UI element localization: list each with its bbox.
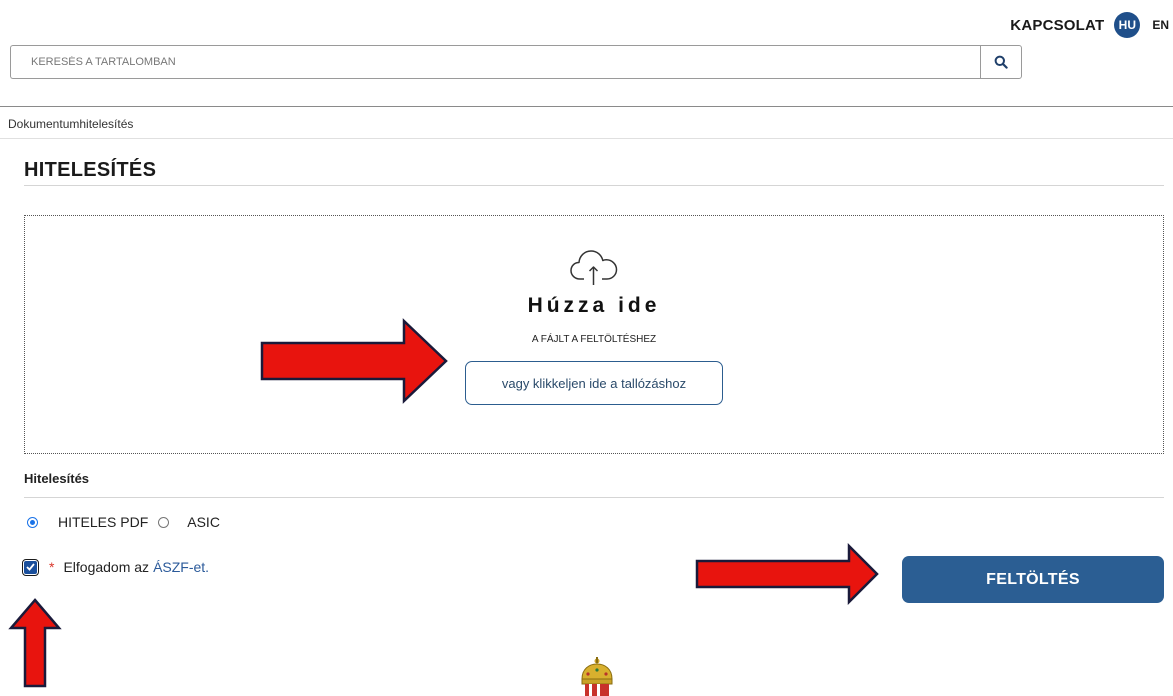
checkmark-icon xyxy=(26,563,35,571)
red-arrow-right-icon xyxy=(260,318,448,404)
radio-label-hiteles-pdf[interactable]: HITELES PDF xyxy=(58,514,148,530)
radio-asic[interactable] xyxy=(158,516,170,528)
search-input[interactable] xyxy=(10,45,980,79)
red-arrow-up-icon xyxy=(8,598,62,688)
upload-button[interactable]: FELTÖLTÉS xyxy=(902,556,1164,603)
browse-button[interactable]: vagy klikkeljen ide a tallózáshoz xyxy=(465,361,723,405)
section-label: Hitelesítés xyxy=(24,471,90,486)
top-nav: KAPCSOLAT HU EN xyxy=(1010,12,1169,38)
language-hu-button[interactable]: HU xyxy=(1114,12,1141,38)
format-radio-group: HITELES PDF ASIC xyxy=(24,514,220,530)
search-bar xyxy=(10,45,1022,79)
file-dropzone[interactable]: Húzza ide A FÁJLT A FELTÖLTÉSHEZ vagy kl… xyxy=(24,215,1164,454)
search-icon xyxy=(994,55,1008,69)
coat-of-arms-icon xyxy=(581,657,613,696)
terms-checkbox[interactable] xyxy=(22,558,39,576)
search-button[interactable] xyxy=(980,45,1022,79)
terms-row: * Elfogadom az ÁSZF-et. xyxy=(22,558,209,576)
breadcrumb: Dokumentumhitelesítés xyxy=(8,117,134,131)
radio-hiteles-pdf[interactable] xyxy=(27,516,38,528)
cloud-upload-icon xyxy=(570,250,618,285)
title-divider xyxy=(24,185,1164,186)
terms-text: Elfogadom az xyxy=(63,559,150,575)
terms-link[interactable]: ÁSZF-et. xyxy=(153,559,209,575)
required-marker: * xyxy=(49,559,55,575)
language-en-button[interactable]: EN xyxy=(1152,18,1169,32)
header-divider xyxy=(0,106,1173,107)
page-title: HITELESÍTÉS xyxy=(24,159,157,181)
dropzone-subtitle: A FÁJLT A FELTÖLTÉSHEZ xyxy=(531,334,657,345)
red-arrow-right-icon xyxy=(695,543,879,605)
dropzone-title: Húzza ide xyxy=(527,294,661,317)
breadcrumb-divider xyxy=(0,138,1173,139)
radio-label-asic[interactable]: ASIC xyxy=(187,514,220,530)
section-divider xyxy=(24,497,1164,498)
contact-link[interactable]: KAPCSOLAT xyxy=(1010,17,1104,34)
